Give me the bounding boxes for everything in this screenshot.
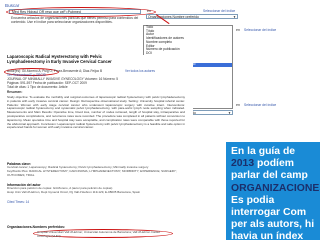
caption-text: En la guía de 2013 podíem parlar del cam… bbox=[231, 146, 320, 240]
org-preferred-names[interactable]: Hospital Universitari Vall d'Hebron; Uni… bbox=[37, 230, 172, 238]
chevron-down-icon[interactable]: ▼ bbox=[228, 111, 231, 114]
caption-box: En la guía de 2013 podíem parlar del cam… bbox=[226, 142, 320, 240]
record-view: Laparoscopic Radical Hysterectomy with P… bbox=[3, 54, 193, 238]
select-from-index-link-2[interactable]: Seleccionar del índice bbox=[244, 28, 276, 32]
caption-field: ORGANIZACIONES bbox=[231, 182, 320, 194]
search-label[interactable]: Buscar bbox=[5, 3, 19, 8]
caption-year: 2013 bbox=[231, 158, 255, 170]
operator-label-2: en bbox=[236, 28, 240, 32]
operator-label-3: en bbox=[236, 103, 240, 107]
reprint-address-detail: Hosp Univ Vall d'Hebron, Dept Gynecol On… bbox=[7, 190, 141, 194]
all-authors-link[interactable]: Ver todos los autores bbox=[125, 69, 155, 74]
chevron-down-icon[interactable]: ▼ bbox=[233, 15, 236, 18]
org-label: Organizaciones-Nombres preferidos: bbox=[7, 225, 66, 229]
record-title[interactable]: Laparoscopic Radical Hysterectomy with P… bbox=[7, 54, 139, 65]
cited-times-link[interactable]: Cited Times: 14 bbox=[7, 200, 29, 205]
select-from-index-link-3[interactable]: Seleccionar del índice bbox=[244, 103, 276, 107]
record-keywords-plus: KeyWords Plus: RADICAL HYSTERECTOMY; CAR… bbox=[7, 169, 177, 177]
select-from-index-link[interactable]: Seleccionar del índice bbox=[203, 9, 235, 13]
operator-label: en bbox=[147, 9, 151, 13]
search-hint-text: Encuentra artículos de organizaciones pa… bbox=[11, 16, 139, 25]
caption-part: En la guía de bbox=[231, 146, 296, 157]
record-abstract: Study objective: To evaluate the morbidi… bbox=[7, 95, 185, 130]
